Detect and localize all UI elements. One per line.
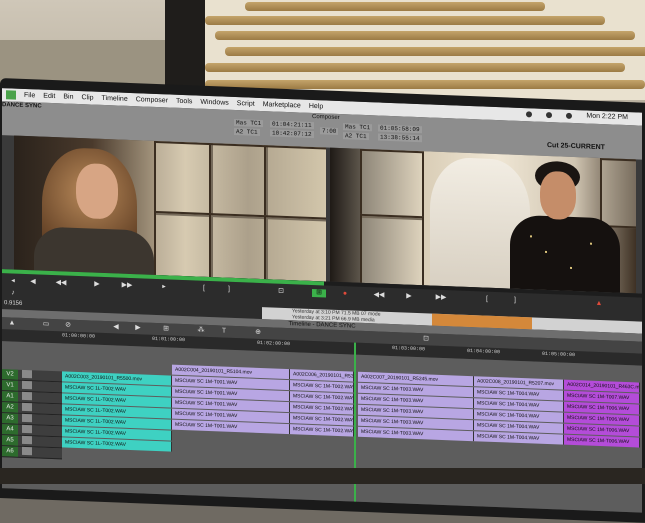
- menu-clip[interactable]: Clip: [81, 94, 93, 101]
- ruler-tick: 01:02:00:00: [257, 339, 291, 348]
- window-frame: [165, 0, 205, 90]
- segment-icon[interactable]: ▭: [42, 321, 50, 329]
- menu-edit[interactable]: Edit: [43, 93, 55, 100]
- menu-composer[interactable]: Composer: [136, 96, 168, 104]
- shoji-pane: [600, 158, 636, 229]
- left-a2-label[interactable]: A2 TC1: [234, 127, 260, 136]
- man-face: [540, 170, 576, 221]
- status-icon[interactable]: [546, 111, 553, 118]
- lasso-icon[interactable]: ⊘: [64, 321, 72, 329]
- editor-screen: File Edit Bin Clip Timeline Composer Too…: [2, 88, 642, 513]
- wifi-icon[interactable]: [566, 112, 573, 119]
- toolbar-arrow-icon[interactable]: ▲: [8, 319, 16, 327]
- shoji-pane: [154, 140, 213, 218]
- rec-effect-icon[interactable]: ▲: [592, 300, 606, 309]
- menu-windows[interactable]: Windows: [200, 99, 228, 107]
- shoji-pane: [360, 213, 424, 290]
- menu-marketplace[interactable]: Marketplace: [263, 101, 301, 109]
- trim-icon[interactable]: ◀: [112, 323, 120, 331]
- mark-out-icon[interactable]: ▸: [157, 283, 171, 292]
- ruler-tick: 01:00:00:00: [62, 332, 96, 340]
- right-a2-value: 13:38:55:14: [378, 133, 422, 143]
- sequence-title: DANCE SYNC: [2, 102, 42, 110]
- menu-help[interactable]: Help: [309, 103, 323, 111]
- shoji-pane: [209, 143, 268, 220]
- composer-label: Composer: [312, 113, 340, 122]
- rec-mark-in-icon[interactable]: [: [480, 295, 494, 304]
- sync-lock-icon[interactable]: ⊞: [312, 288, 326, 298]
- menu-file[interactable]: File: [24, 92, 35, 99]
- splice-icon[interactable]: [: [197, 285, 211, 294]
- overwrite-icon[interactable]: ]: [222, 286, 236, 295]
- right-mas-value: 01:05:58:09: [378, 124, 422, 134]
- timeline-clip[interactable]: MSCIAW SC 1M-T002.WAV: [290, 424, 354, 437]
- bin-size-label: 0.9156: [4, 300, 23, 307]
- rec-mark-out-icon[interactable]: ]: [508, 297, 522, 306]
- record-icon[interactable]: ●: [338, 290, 352, 299]
- ruler-tick: 01:03:00:00: [392, 345, 426, 353]
- shoji-pane: [154, 210, 213, 282]
- step-forward-icon[interactable]: ▶▶: [120, 282, 134, 291]
- effects-icon[interactable]: ⁂: [197, 327, 205, 335]
- menu-bin[interactable]: Bin: [63, 93, 73, 100]
- snap-icon[interactable]: ⊡: [422, 335, 430, 343]
- keyframe-icon[interactable]: ⊞: [162, 325, 170, 333]
- rec-step-back-icon[interactable]: ◀◀: [372, 291, 386, 300]
- jacket-sequin: [570, 266, 572, 269]
- menu-tools[interactable]: Tools: [176, 98, 192, 106]
- shoji-pane: [264, 145, 326, 222]
- shoji-pane: [360, 148, 424, 221]
- step-back-icon[interactable]: ◀◀: [54, 279, 68, 288]
- blind-slat: [225, 47, 645, 56]
- ruler-tick: 01:04:00:00: [467, 347, 501, 356]
- record-viewer[interactable]: [330, 147, 636, 294]
- status-icon[interactable]: [526, 110, 533, 117]
- blind-slat: [205, 63, 625, 72]
- menu-timeline[interactable]: Timeline: [102, 95, 128, 103]
- bamboo-blinds: [205, 0, 645, 100]
- text-icon[interactable]: T: [220, 327, 228, 335]
- menu-script[interactable]: Script: [237, 100, 255, 108]
- woman-face: [76, 162, 118, 220]
- left-a2-value: 10:42:07:12: [270, 129, 314, 139]
- shoji-pane: [264, 215, 326, 282]
- ruler-tick: 01:05:00:00: [542, 350, 576, 359]
- blind-slat: [245, 2, 545, 11]
- shoji-pane: [209, 213, 268, 282]
- trim-right-icon[interactable]: ▶: [134, 324, 142, 332]
- play-reverse-icon[interactable]: ◀: [26, 278, 40, 287]
- desk-edge: [0, 468, 645, 484]
- jacket-sequin: [590, 242, 592, 245]
- man-jacket: [510, 214, 620, 294]
- timeline-clip[interactable]: MSCIAW SC 1M-T004.WAV: [474, 431, 564, 445]
- audio-icon[interactable]: ♪: [6, 289, 20, 298]
- status-area: Mon 2:22 PM: [526, 110, 636, 121]
- timeline-tracks: V2 V1 A1 A2 A3 A4 A5 A6 A002C003_2019010…: [2, 341, 642, 513]
- right-mas-label[interactable]: Mas TC1: [343, 123, 373, 132]
- jacket-sequin: [545, 250, 547, 254]
- play-icon[interactable]: ▶: [90, 280, 104, 289]
- mark-in-icon[interactable]: ◂: [6, 277, 20, 286]
- source-viewer[interactable]: [14, 135, 326, 282]
- rec-step-forward-icon[interactable]: ▶▶: [434, 294, 448, 303]
- duration-value: 7:00: [320, 127, 339, 136]
- sequence-cut-label[interactable]: Cut 25-CURRENT: [547, 142, 605, 151]
- ruler-tick: 01:01:00:00: [152, 335, 186, 344]
- timeline-clip[interactable]: MSCIAW SC 1M-T006.WAV: [564, 434, 640, 448]
- jacket-sequin: [530, 235, 532, 238]
- menubar-clock[interactable]: Mon 2:22 PM: [586, 113, 628, 122]
- left-mas-label[interactable]: Mas TC1: [234, 118, 264, 128]
- lift-icon[interactable]: ⊡: [274, 288, 288, 297]
- rec-play-icon[interactable]: ▶: [402, 292, 416, 301]
- left-mas-value: 01:04:21:11: [270, 120, 314, 130]
- zoom-icon[interactable]: ⊕: [254, 329, 262, 337]
- right-a2-label[interactable]: A2 TC1: [343, 132, 369, 141]
- apple-icon[interactable]: [6, 90, 16, 100]
- blind-slat: [205, 16, 605, 25]
- blind-slat: [215, 31, 635, 40]
- monitor: File Edit Bin Clip Timeline Composer Too…: [0, 78, 645, 523]
- track-header-a6[interactable]: A6: [2, 446, 62, 460]
